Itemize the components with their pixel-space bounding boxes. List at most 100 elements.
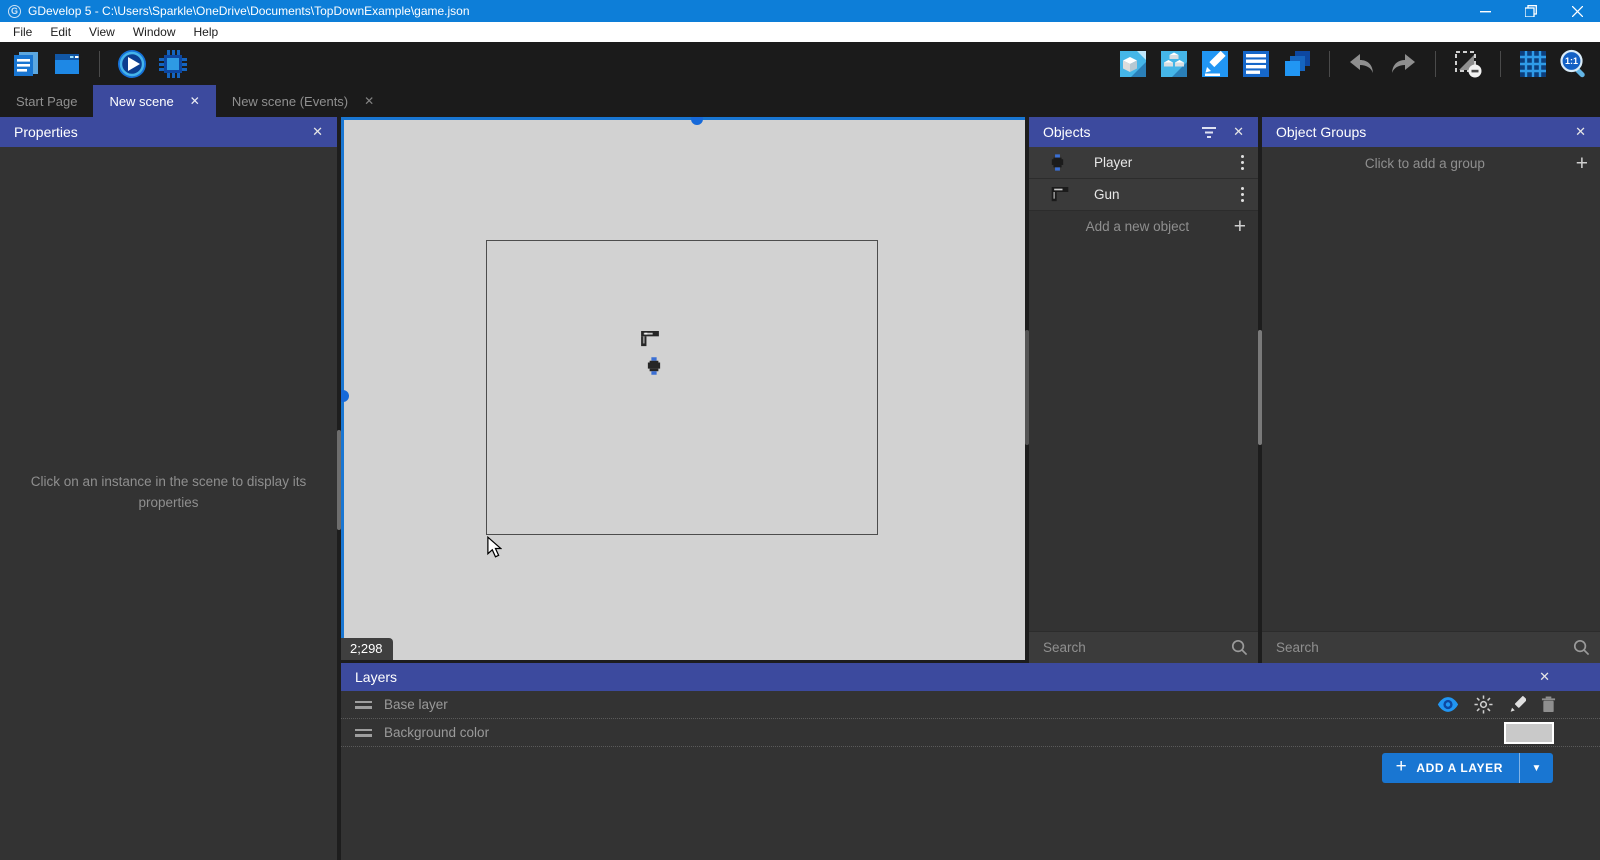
groups-search — [1262, 631, 1600, 663]
object-row-player[interactable]: Player — [1029, 147, 1258, 179]
menu-bar: File Edit View Window Help — [0, 22, 1600, 42]
layer-name: Base layer — [384, 697, 448, 712]
tab-close-icon[interactable]: ✕ — [364, 94, 374, 108]
restore-button[interactable] — [1508, 0, 1554, 22]
object-menu-icon[interactable] — [1239, 185, 1247, 205]
gdevelop-window: G GDevelop 5 - C:\Users\Sparkle\OneDrive… — [0, 0, 1600, 860]
window-handle-top[interactable] — [691, 117, 703, 125]
menu-view[interactable]: View — [80, 22, 124, 42]
toolbar-right-group: 1:1 — [1117, 48, 1590, 80]
add-layer-dropdown[interactable]: ▼ — [1519, 753, 1553, 783]
object-groups-panel: Object Groups ✕ Click to add a group + — [1262, 117, 1600, 663]
object-groups-icon[interactable] — [1158, 48, 1190, 80]
layer-actions — [1437, 695, 1586, 714]
player-sprite-icon — [1051, 154, 1064, 171]
undo-icon[interactable] — [1346, 48, 1378, 80]
redo-icon[interactable] — [1387, 48, 1419, 80]
debug-icon[interactable] — [157, 48, 189, 80]
menu-window[interactable]: Window — [124, 22, 185, 42]
plus-icon: + — [1233, 214, 1246, 238]
objects-header: Objects ✕ — [1029, 117, 1258, 147]
minimize-button[interactable] — [1462, 0, 1508, 22]
window-handle-left[interactable] — [341, 390, 349, 402]
menu-edit[interactable]: Edit — [41, 22, 80, 42]
background-color-swatch[interactable] — [1504, 721, 1554, 744]
toolbar-separator — [1500, 50, 1501, 77]
object-menu-icon[interactable] — [1239, 153, 1247, 173]
close-button[interactable] — [1554, 0, 1600, 22]
events-sheet-icon[interactable] — [1240, 48, 1272, 80]
toolbar-left-group — [10, 48, 189, 80]
close-icon[interactable]: ✕ — [1539, 669, 1550, 685]
toolbar-separator — [1435, 50, 1436, 77]
search-icon — [1573, 639, 1590, 656]
editor-tabs: Start Page New scene ✕ New scene (Events… — [0, 85, 1600, 117]
zoom-original-icon[interactable]: 1:1 — [1558, 48, 1590, 80]
delete-layer-trash-icon[interactable] — [1541, 696, 1556, 713]
add-layer-label: ADD A LAYER — [1416, 761, 1503, 775]
properties-panel: Properties ✕ Click on an instance in the… — [0, 117, 337, 860]
window-title: GDevelop 5 - C:\Users\Sparkle\OneDrive\D… — [28, 4, 470, 18]
scene-window-rect — [486, 240, 878, 535]
object-name: Player — [1094, 155, 1133, 170]
object-name: Gun — [1094, 187, 1120, 202]
drag-handle-icon[interactable] — [355, 700, 372, 709]
scene-window-top-border — [341, 117, 1025, 120]
toolbar-separator — [99, 50, 100, 77]
filter-icon[interactable] — [1202, 126, 1217, 138]
layer-row-background[interactable]: Background color — [341, 719, 1600, 747]
objects-search — [1029, 631, 1258, 663]
add-group-row[interactable]: Click to add a group + — [1262, 147, 1600, 179]
drag-handle-icon[interactable] — [355, 728, 372, 737]
properties-title: Properties — [14, 124, 78, 140]
window-controls — [1462, 0, 1600, 22]
grid-icon[interactable] — [1517, 48, 1549, 80]
cursor-coordinates-badge: 2;298 — [341, 638, 393, 660]
object-groups-title: Object Groups — [1276, 124, 1367, 140]
object-groups-header: Object Groups ✕ — [1262, 117, 1600, 147]
groups-search-input[interactable] — [1276, 640, 1573, 655]
title-bar: G GDevelop 5 - C:\Users\Sparkle\OneDrive… — [0, 0, 1600, 22]
layer-name: Background color — [384, 725, 490, 740]
add-object-row[interactable]: Add a new object + — [1029, 211, 1258, 241]
gdevelop-logo-icon: G — [8, 4, 21, 18]
tab-start-page[interactable]: Start Page — [0, 85, 93, 117]
layers-icon[interactable] — [1281, 48, 1313, 80]
edit-scene-icon[interactable] — [1199, 48, 1231, 80]
layer-row-base[interactable]: Base layer — [341, 691, 1600, 719]
tab-close-icon[interactable]: ✕ — [190, 94, 200, 108]
objects-panel: Objects ✕ Player Gun Add a new object + — [1029, 117, 1258, 663]
close-icon[interactable]: ✕ — [1233, 124, 1244, 140]
close-icon[interactable]: ✕ — [1575, 124, 1586, 140]
clear-selection-icon[interactable] — [1452, 48, 1484, 80]
properties-empty-message: Click on an instance in the scene to dis… — [30, 474, 307, 510]
toolbar-separator — [1329, 50, 1330, 77]
play-icon[interactable] — [116, 48, 148, 80]
scene-window-left-border — [341, 117, 344, 660]
properties-header: Properties ✕ — [0, 117, 337, 147]
objects-search-input[interactable] — [1043, 640, 1231, 655]
add-object-icon[interactable] — [1117, 48, 1149, 80]
start-page-icon[interactable] — [51, 48, 83, 80]
layers-title: Layers — [355, 669, 398, 685]
visibility-eye-icon[interactable] — [1437, 697, 1459, 712]
main-toolbar: 1:1 — [0, 42, 1600, 85]
svg-text:1:1: 1:1 — [1565, 56, 1578, 66]
scene-canvas[interactable]: 2;298 — [341, 117, 1025, 660]
gun-sprite-icon — [1051, 187, 1069, 202]
player-instance[interactable] — [647, 357, 661, 375]
close-icon[interactable]: ✕ — [312, 124, 323, 140]
plus-icon: + — [1575, 151, 1588, 175]
gun-instance[interactable] — [641, 331, 659, 347]
add-layer-button[interactable]: + ADD A LAYER ▼ — [1381, 753, 1553, 783]
edit-layer-pencil-icon[interactable] — [1508, 695, 1526, 714]
menu-help[interactable]: Help — [185, 22, 228, 42]
menu-file[interactable]: File — [4, 22, 41, 42]
plus-icon: + — [1395, 756, 1408, 777]
project-manager-icon[interactable] — [10, 48, 42, 80]
tab-new-scene[interactable]: New scene ✕ — [93, 85, 216, 117]
search-icon — [1231, 639, 1248, 656]
tab-new-scene-events[interactable]: New scene (Events) ✕ — [216, 85, 390, 117]
object-row-gun[interactable]: Gun — [1029, 179, 1258, 211]
layer-effects-icon[interactable] — [1474, 695, 1493, 714]
